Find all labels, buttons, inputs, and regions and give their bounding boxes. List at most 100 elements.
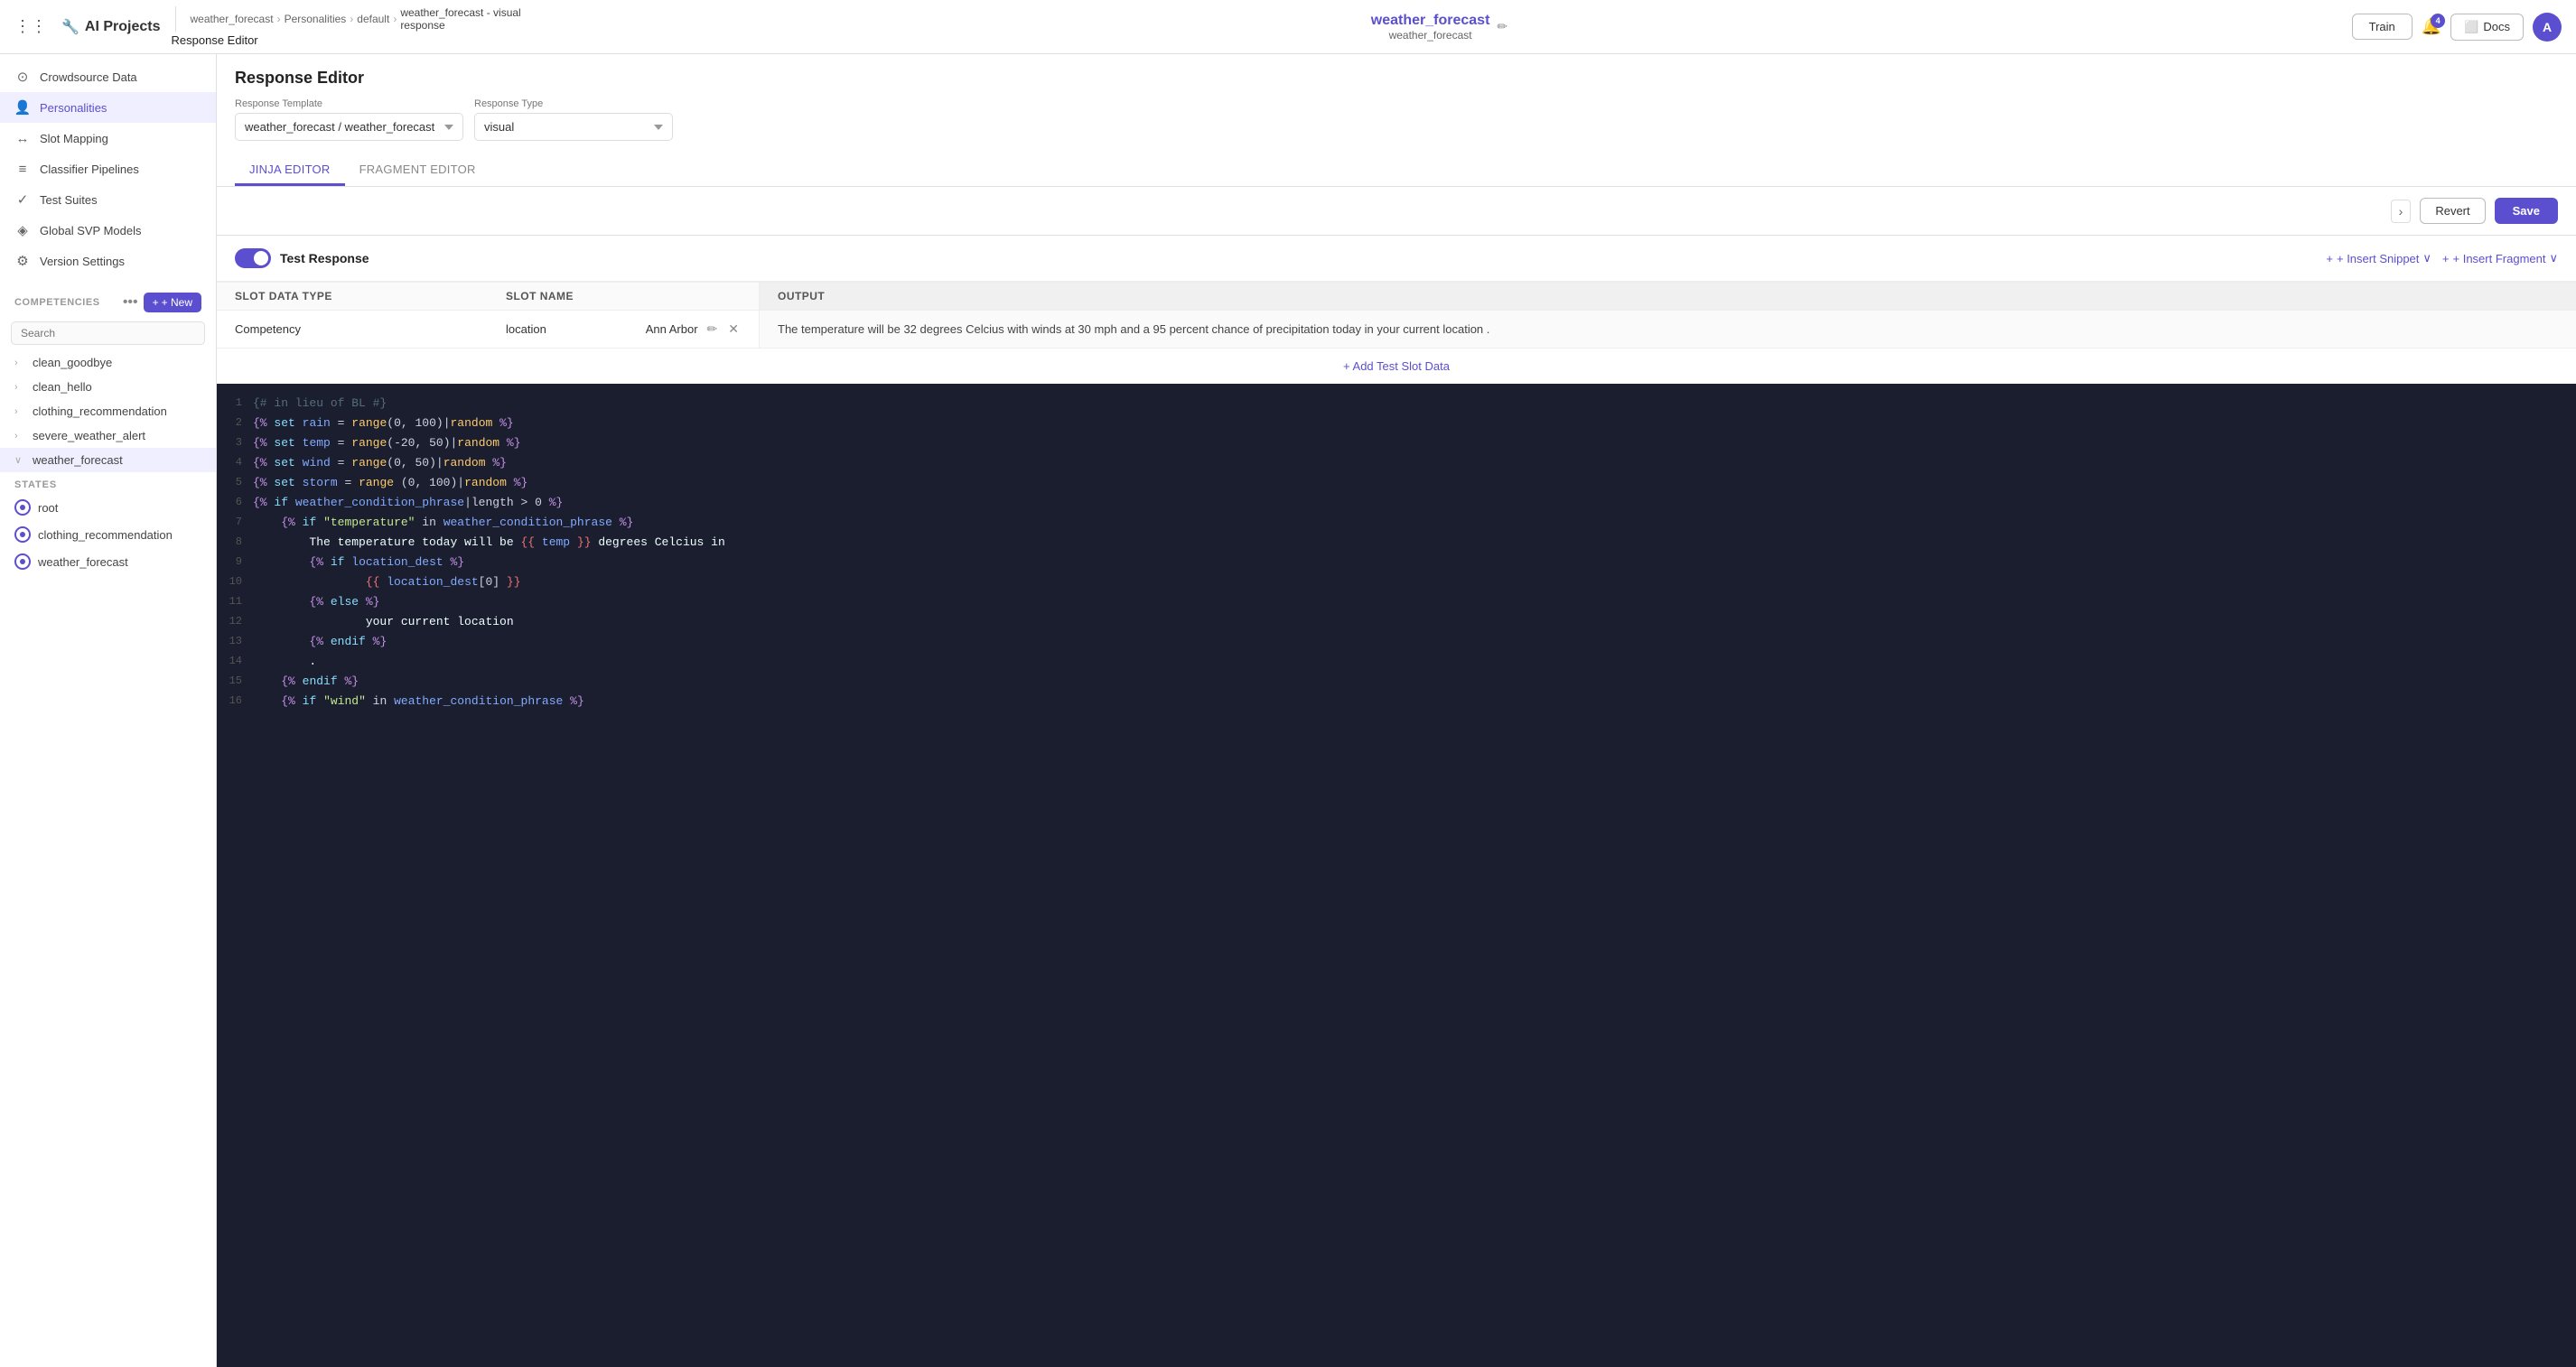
new-competency-button[interactable]: + + New	[144, 293, 201, 312]
sidebar-item-svp-models[interactable]: ◈ Global SVP Models	[0, 215, 216, 246]
tree-item-add-button[interactable]: +	[195, 454, 201, 467]
new-label: + New	[162, 296, 192, 309]
sidebar-item-label: Classifier Pipelines	[40, 163, 139, 176]
tree-item-label: weather_forecast	[33, 453, 123, 467]
line-number: 1	[217, 395, 253, 412]
states-item-clothing-rec[interactable]: clothing_recommendation	[0, 521, 216, 548]
code-line-11: 11 {% else %}	[217, 593, 2576, 613]
svp-models-icon: ◈	[14, 222, 31, 238]
sidebar-item-slot-mapping[interactable]: ↔ Slot Mapping	[0, 123, 216, 153]
tree-item-label: clothing_recommendation	[33, 405, 167, 418]
test-toggle[interactable]	[235, 248, 271, 268]
plus-icon: +	[153, 296, 159, 309]
line-content: {% set wind = range(0, 50)|random %}	[253, 454, 2576, 473]
sidebar-item-label: Slot Mapping	[40, 132, 108, 145]
tree-item-more-button[interactable]: •••	[180, 454, 191, 467]
line-content: {{ location_dest[0] }}	[253, 573, 2576, 592]
test-suites-icon: ✓	[14, 191, 31, 208]
sidebar-item-test-suites[interactable]: ✓ Test Suites	[0, 184, 216, 215]
toggle-slider	[235, 248, 271, 268]
line-number: 16	[217, 693, 253, 710]
response-type-label: Response Type	[474, 98, 673, 109]
code-line-9: 9 {% if location_dest %}	[217, 553, 2576, 573]
notification-button[interactable]: 🔔 4	[2422, 17, 2441, 36]
sidebar-item-personalities[interactable]: 👤 Personalities	[0, 92, 216, 123]
code-line-8: 8 The temperature today will be {{ temp …	[217, 534, 2576, 553]
line-content: {% if "temperature" in weather_condition…	[253, 514, 2576, 533]
response-type-select[interactable]: visual	[474, 113, 673, 141]
competencies-section-header: COMPETENCIES ••• + + New	[0, 284, 216, 316]
breadcrumb-sep1: ›	[277, 13, 281, 25]
section-actions: ••• + + New	[123, 293, 201, 312]
tree-item-label: clean_goodbye	[33, 356, 112, 369]
line-number: 12	[217, 613, 253, 630]
docs-icon: ⬜	[2464, 20, 2478, 34]
line-number: 10	[217, 573, 253, 591]
breadcrumb-sep3: ›	[393, 13, 397, 25]
personalities-icon: 👤	[14, 99, 31, 116]
sidebar-item-label: Personalities	[40, 101, 107, 115]
more-button[interactable]: •••	[123, 294, 138, 311]
sidebar-item-version-settings[interactable]: ⚙ Version Settings	[0, 246, 216, 276]
search-input[interactable]	[11, 321, 205, 345]
line-content: The temperature today will be {{ temp }}…	[253, 534, 2576, 553]
avatar-button[interactable]: A	[2533, 13, 2562, 42]
line-content: {% set storm = range (0, 100)|random %}	[253, 474, 2576, 493]
tabs-row: JINJA EDITOR FRAGMENT EDITOR	[235, 155, 2558, 186]
breadcrumb-part3[interactable]: default	[357, 13, 389, 25]
wrench-icon: 🔧	[61, 18, 79, 36]
code-line-10: 10 {{ location_dest[0] }}	[217, 573, 2576, 593]
line-number: 3	[217, 434, 253, 451]
tab-fragment-editor[interactable]: FRAGMENT EDITOR	[345, 155, 490, 186]
slot-mapping-icon: ↔	[14, 130, 31, 146]
line-number: 9	[217, 553, 253, 571]
states-item-root[interactable]: root	[0, 494, 216, 521]
tab-jinja-editor[interactable]: JINJA EDITOR	[235, 155, 345, 186]
state-icon	[14, 526, 31, 543]
cell-output: The temperature will be 32 degrees Celci…	[759, 311, 2576, 348]
insert-fragment-button[interactable]: + + Insert Fragment ∨	[2442, 251, 2558, 265]
test-header: Test Response + + Insert Snippet ∨ + + I…	[217, 236, 2576, 282]
line-number: 15	[217, 673, 253, 690]
main-content: Response Editor Response Template weathe…	[217, 54, 2576, 1367]
states-item-weather-forecast[interactable]: weather_forecast	[0, 548, 216, 575]
middle-section: weather_forecast weather_forecast ✏	[537, 13, 2340, 42]
sidebar-item-label: Global SVP Models	[40, 224, 142, 237]
revert-button[interactable]: Revert	[2420, 198, 2485, 224]
personality-name: weather_forecast	[1371, 13, 1490, 29]
delete-slot-button[interactable]: ✕	[726, 320, 741, 339]
code-editor[interactable]: 1 {# in lieu of BL #} 2 {% set rain = ra…	[217, 384, 2576, 1367]
save-button[interactable]: Save	[2495, 198, 2558, 224]
train-button[interactable]: Train	[2352, 14, 2413, 40]
response-template-select[interactable]: weather_forecast / weather_forecast	[235, 113, 463, 141]
breadcrumb-part1[interactable]: weather_forecast	[191, 13, 274, 25]
line-content: .	[253, 653, 2576, 672]
edit-personality-button[interactable]: ✏	[1497, 19, 1507, 34]
line-content: {% else %}	[253, 593, 2576, 612]
tree-item-clean-hello[interactable]: › clean_hello	[0, 375, 216, 399]
search-box	[0, 316, 216, 350]
tree-item-severe-weather[interactable]: › severe_weather_alert	[0, 423, 216, 448]
tree-item-weather-forecast[interactable]: ∨ weather_forecast ••• +	[0, 448, 216, 472]
tree-item-clean-goodbye[interactable]: › clean_goodbye	[0, 350, 216, 375]
edit-slot-button[interactable]: ✏	[705, 320, 720, 339]
sidebar-item-crowdsource[interactable]: ⊙ Crowdsource Data	[0, 61, 216, 92]
code-line-6: 6 {% if weather_condition_phrase|length …	[217, 494, 2576, 514]
response-template-group: Response Template weather_forecast / wea…	[235, 98, 463, 141]
sidebar-item-label: Test Suites	[40, 193, 98, 207]
chevron-right-icon: ›	[14, 406, 27, 417]
breadcrumb-part2[interactable]: Personalities	[285, 13, 347, 25]
editor-header: Response Editor Response Template weathe…	[217, 54, 2576, 187]
line-number: 11	[217, 593, 253, 610]
add-slot-button[interactable]: + Add Test Slot Data	[1343, 359, 1450, 373]
docs-button[interactable]: ⬜ Docs	[2450, 14, 2524, 41]
docs-label: Docs	[2483, 20, 2510, 33]
insert-snippet-button[interactable]: + + Insert Snippet ∨	[2326, 251, 2431, 265]
sidebar-item-classifier[interactable]: ≡ Classifier Pipelines	[0, 153, 216, 184]
test-section: Test Response + + Insert Snippet ∨ + + I…	[217, 236, 2576, 384]
line-content: {% endif %}	[253, 633, 2576, 652]
collapse-button[interactable]: ›	[2391, 200, 2412, 223]
col-slot-name: Slot Name	[488, 283, 759, 310]
tree-item-clothing-rec[interactable]: › clothing_recommendation	[0, 399, 216, 423]
chevron-down-icon: ∨	[2549, 251, 2558, 265]
